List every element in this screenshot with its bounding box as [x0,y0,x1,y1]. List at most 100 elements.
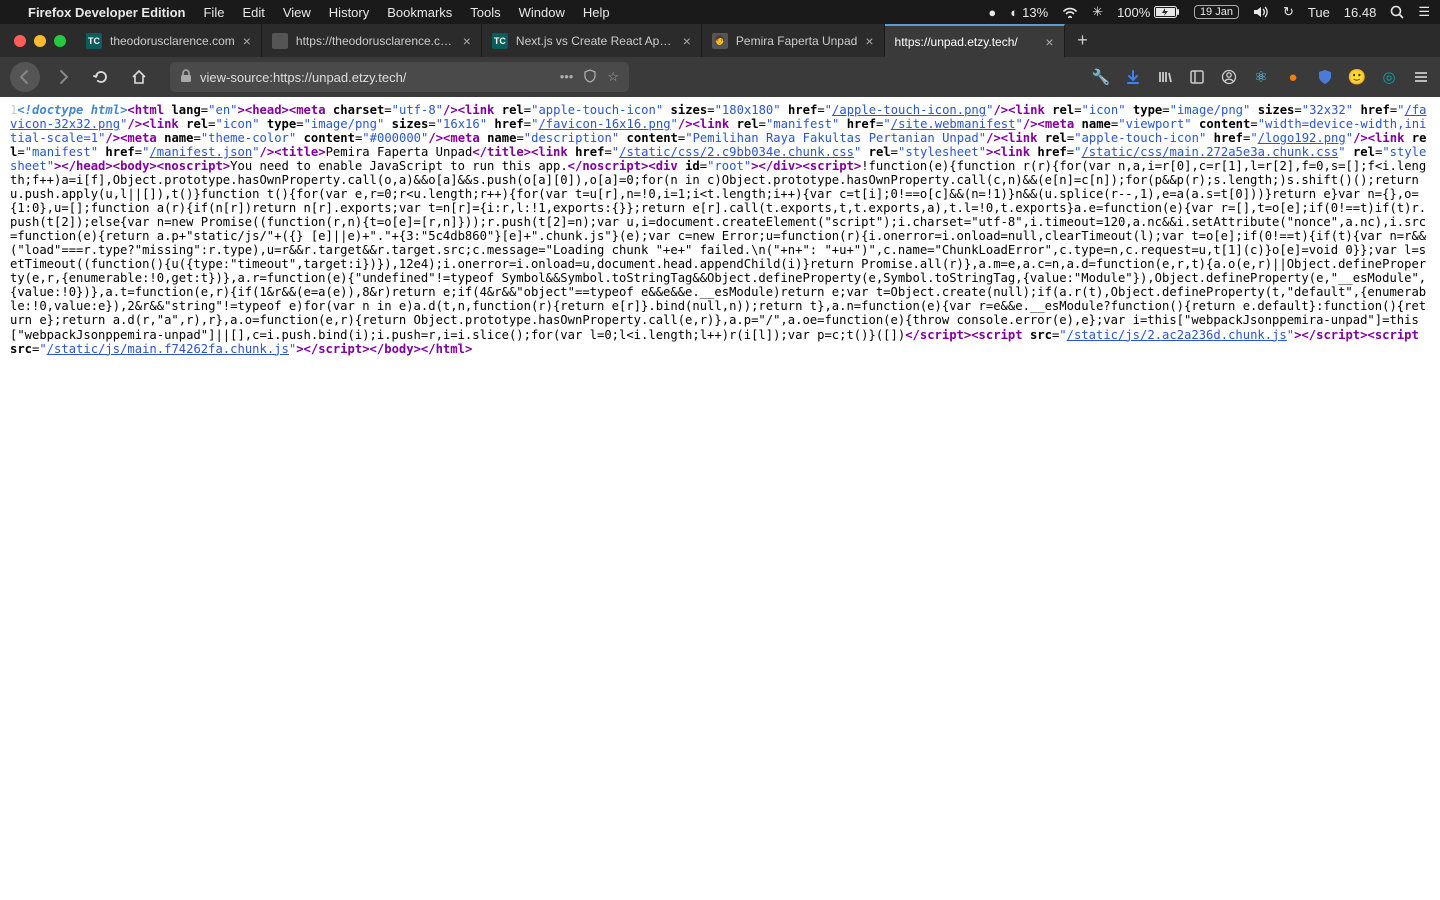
name-val: theme-color [208,131,289,145]
close-icon[interactable]: × [1045,34,1053,50]
tab-unpad-etzy[interactable]: https://unpad.etzy.tech/ × [885,24,1065,57]
favicon-icon: TC [86,33,102,49]
rel-val: manifest [773,117,832,131]
menu-bookmarks[interactable]: Bookmarks [387,5,452,20]
sizes-val: 180x180 [722,103,773,117]
menu-history[interactable]: History [329,5,369,20]
favicon-icon [272,33,288,49]
doctype: <!doctype html> [17,103,127,117]
devtools-icon[interactable]: 🔧 [1092,68,1110,86]
bootstrap-js: !function(e){function r(r){for(var n,a,i… [10,159,1426,341]
hamburger-menu-icon[interactable] [1412,68,1430,86]
href-link[interactable]: /site.webmanifest [891,117,1016,131]
tab-strip: TC theodorusclarence.com × https://theod… [0,24,1440,57]
href-link[interactable]: /apple-touch-icon.png [832,103,986,117]
react-devtools-icon[interactable]: ⚛ [1252,68,1270,86]
sizes-val: 32x32 [1309,103,1346,117]
library-icon[interactable] [1156,68,1174,86]
src-link[interactable]: /static/js/main.f74262fa.chunk.js [47,342,289,356]
downloads-icon[interactable] [1124,68,1142,86]
tab-pemira[interactable]: 🧑 Pemira Faperta Unpad × [702,24,885,57]
toolbar-extensions: 🔧 ⚛ ● 🙂 ◎ [1092,68,1430,86]
type-val: image/png [311,117,377,131]
menu-window[interactable]: Window [519,5,565,20]
sidebar-icon[interactable] [1188,68,1206,86]
menu-view[interactable]: View [283,5,311,20]
favicon-icon: 🧑 [712,33,728,49]
content-val: Pemilihan Raya Fakultas Pertanian Unpad [693,131,979,145]
rel-val: apple-touch-icon [1082,131,1199,145]
menu-file[interactable]: File [203,5,224,20]
src-link[interactable]: /static/js/2.ac2a236d.chunk.js [1067,328,1287,342]
tab-theodorusclarence-url[interactable]: https://theodorusclarence.com/ × [262,24,482,57]
href-link[interactable]: /static/css/2.c9bb034e.chunk.css [619,145,854,159]
extension-icon-1[interactable]: ● [1284,68,1302,86]
back-button[interactable] [10,62,40,92]
spotlight-icon[interactable] [1390,5,1404,19]
forward-button[interactable] [48,62,78,92]
time-machine-icon[interactable]: ↻ [1283,4,1294,20]
lang-val: en [215,103,230,117]
bookmark-star-icon[interactable]: ☆ [607,69,619,86]
name-val: description [531,131,612,145]
menu-tools[interactable]: Tools [470,5,500,20]
close-icon[interactable]: × [865,33,873,49]
battery-indicator[interactable]: 100% [1117,5,1180,20]
charset-val: utf-8 [399,103,436,117]
control-center-icon[interactable]: ☰ [1418,4,1430,20]
reload-button[interactable] [86,62,116,92]
wifi-icon[interactable] [1062,6,1078,18]
home-button[interactable] [124,62,154,92]
close-icon[interactable]: × [463,33,471,49]
battery-pct: 100% [1117,5,1150,20]
shield-icon[interactable] [583,69,597,86]
extension-icon-3[interactable]: ◎ [1380,68,1398,86]
href-link[interactable]: /logo192.png [1258,131,1346,145]
extension-icon-2[interactable]: 🙂 [1348,68,1366,86]
tab-label: Next.js vs Create React App – t [516,34,675,48]
menu-edit[interactable]: Edit [242,5,264,20]
tab-label: https://theodorusclarence.com/ [296,34,455,48]
view-source-content[interactable]: 1<!doctype html><html lang="en"><head><m… [0,97,1440,900]
tab-theodorusclarence[interactable]: TC theodorusclarence.com × [76,24,262,57]
window-close-button[interactable] [14,35,26,47]
volume-icon[interactable] [1253,6,1269,18]
tab-label: https://unpad.etzy.tech/ [895,35,1038,49]
window-controls [8,24,76,57]
cpu-indicator[interactable]: ◐ 13% [1010,5,1048,20]
page-actions-icon[interactable]: ••• [560,69,574,86]
rel-val: icon [223,117,252,131]
day-label: Tue [1308,5,1330,20]
lock-icon [180,69,192,86]
close-icon[interactable]: × [683,33,691,49]
close-icon[interactable]: × [243,33,251,49]
window-zoom-button[interactable] [54,35,66,47]
date-pill[interactable]: 19 Jan [1194,5,1239,19]
window-minimize-button[interactable] [34,35,46,47]
ublock-icon[interactable] [1316,68,1334,86]
tab-nextjs-vs-cra[interactable]: TC Next.js vs Create React App – t × [482,24,702,57]
record-icon[interactable]: ● [988,5,996,20]
sync-icon[interactable]: ✳ [1092,4,1103,20]
sizes-val: 16x16 [443,117,480,131]
source-line: 1<!doctype html><html lang="en"><head><m… [10,103,1430,356]
href-link[interactable]: /favicon-16x16.png [538,117,670,131]
toolbar: view-source:https://unpad.etzy.tech/ •••… [0,57,1440,97]
tab-label: Pemira Faperta Unpad [736,34,857,48]
time-label: 16.48 [1344,5,1377,20]
href-link[interactable]: /static/css/main.272a5e3a.chunk.css [1081,145,1338,159]
title-text: Pemira Faperta Unpad [326,145,473,159]
app-name[interactable]: Firefox Developer Edition [28,5,185,20]
tab-label: theodorusclarence.com [110,34,235,48]
browser-chrome: TC theodorusclarence.com × https://theod… [0,24,1440,97]
type-val: image/png [1177,103,1243,117]
rel-val: apple-touch-icon [538,103,655,117]
noscript-text: You need to enable JavaScript to run thi… [230,159,568,173]
href-link[interactable]: /manifest.json [149,145,252,159]
menu-help[interactable]: Help [583,5,610,20]
url-bar[interactable]: view-source:https://unpad.etzy.tech/ •••… [170,62,629,92]
account-icon[interactable] [1220,68,1238,86]
name-val: viewport [1126,117,1185,131]
content-val: #000000 [370,131,421,145]
new-tab-button[interactable]: + [1065,24,1101,57]
